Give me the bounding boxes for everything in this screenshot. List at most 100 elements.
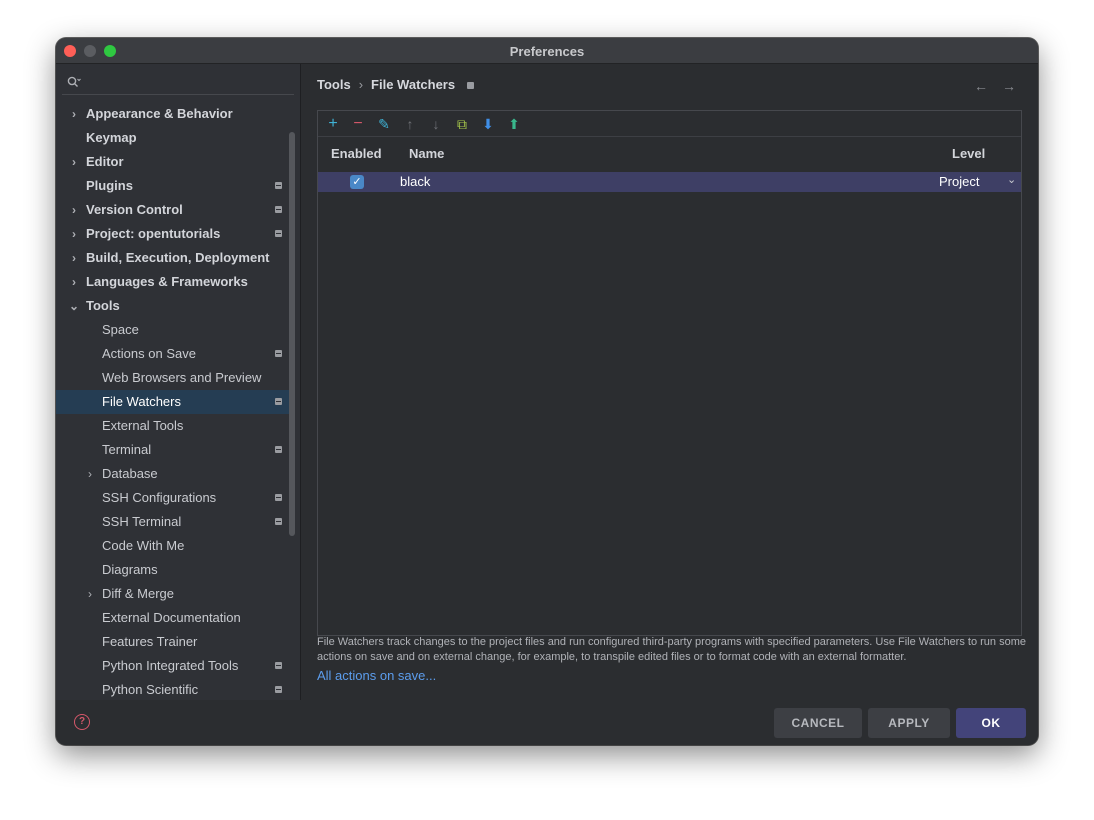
back-arrow-icon[interactable]: ← [974, 78, 988, 94]
project-scope-icon [275, 494, 282, 501]
sidebar-item[interactable]: File Watchers [56, 390, 292, 414]
sidebar-item-label: Version Control [86, 202, 183, 217]
project-scope-icon [275, 398, 282, 405]
column-level[interactable]: Level [952, 146, 985, 161]
chevron-right-icon[interactable]: › [68, 150, 80, 174]
help-icon[interactable]: ? [74, 714, 90, 730]
sidebar-item-label: Python Integrated Tools [102, 658, 239, 673]
sidebar-item[interactable]: › Editor [56, 150, 292, 174]
export-icon[interactable]: ⬆ [505, 115, 523, 133]
sidebar-item[interactable]: Features Trainer [56, 630, 292, 654]
sidebar-item-label: Features Trainer [102, 634, 198, 649]
sidebar-item[interactable]: Code With Me [56, 534, 292, 558]
sidebar-item[interactable]: › Version Control [56, 198, 292, 222]
ok-button[interactable]: OK [956, 708, 1026, 738]
edit-icon[interactable]: ✎ [375, 115, 393, 133]
sidebar-item[interactable]: External Tools [56, 414, 292, 438]
breadcrumb-current: File Watchers [371, 77, 456, 92]
sidebar-item[interactable]: Python Scientific [56, 678, 292, 702]
sidebar-item[interactable]: Python Integrated Tools [56, 654, 292, 678]
sidebar-item[interactable]: › Appearance & Behavior [56, 102, 292, 126]
sidebar-item[interactable]: › Database [56, 462, 292, 486]
sidebar-item[interactable]: SSH Terminal [56, 510, 292, 534]
chevron-right-icon[interactable]: › [68, 102, 80, 126]
project-scope-icon [275, 230, 282, 237]
title-bar: Preferences [56, 38, 1038, 64]
sidebar-item-label: Space [102, 322, 139, 337]
sidebar-item[interactable]: › Languages & Frameworks [56, 270, 292, 294]
project-scope-icon [467, 82, 475, 90]
sidebar-item[interactable]: Plugins [56, 174, 292, 198]
sidebar-item[interactable]: Diagrams [56, 558, 292, 582]
sidebar-item[interactable]: SSH Configurations [56, 486, 292, 510]
sidebar-item[interactable]: › Diff & Merge [56, 582, 292, 606]
sidebar-item-label: SSH Terminal [102, 514, 182, 529]
settings-tree: › Appearance & Behavior Keymap › Editor Plugi… [56, 102, 292, 702]
table-header: Enabled Name Level [318, 141, 1021, 167]
breadcrumb-parent[interactable]: Tools [317, 77, 351, 92]
project-scope-icon [275, 662, 282, 669]
add-icon[interactable]: + [324, 115, 342, 133]
sidebar-item[interactable]: Space [56, 318, 292, 342]
file-watchers-description: File Watchers track changes to the proje… [317, 636, 1026, 663]
sidebar-item-label: Terminal [102, 442, 152, 457]
remove-icon[interactable]: − [349, 115, 367, 133]
cancel-button[interactable]: CANCEL [774, 708, 862, 738]
watcher-level[interactable]: Project [939, 174, 979, 189]
chevron-right-icon[interactable]: › [68, 246, 80, 270]
sidebar-item-label: Keymap [86, 130, 137, 145]
sidebar-item[interactable]: External Documentation [56, 606, 292, 630]
chevron-right-icon[interactable]: › [68, 222, 80, 246]
sidebar-item[interactable]: › Project: opentutorials [56, 222, 292, 246]
sidebar-item-label: Web Browsers and Preview [102, 370, 262, 385]
chevron-right-icon[interactable]: › [84, 462, 96, 486]
forward-arrow-icon[interactable]: → [1002, 78, 1016, 94]
sidebar-item-label: Diff & Merge [102, 586, 175, 601]
chevron-right-icon[interactable]: › [68, 198, 80, 222]
move-down-icon[interactable]: ↓ [427, 115, 445, 133]
chevron-right-icon[interactable]: › [68, 270, 80, 294]
breadcrumb-separator: › [358, 77, 364, 92]
sidebar-item-label: SSH Configurations [102, 490, 217, 505]
sidebar-item-label: Actions on Save [102, 346, 196, 361]
sidebar-item-label: Appearance & Behavior [86, 106, 233, 121]
file-watchers-panel: + − ✎ ↑ ↓ ⧉ ⬇ ⬆ Enabled Name Level ✓ bla… [317, 110, 1022, 636]
sidebar-item-label: Project: opentutorials [86, 226, 221, 241]
sidebar-item[interactable]: Web Browsers and Preview [56, 366, 292, 390]
import-icon[interactable]: ⬇ [479, 115, 497, 133]
chevron-down-icon[interactable]: ⌄ [68, 294, 80, 318]
sidebar-item-label: Plugins [86, 178, 133, 193]
sidebar-scrollbar[interactable] [289, 132, 295, 536]
sidebar-item-label: Languages & Frameworks [86, 274, 248, 289]
move-up-icon[interactable]: ↑ [401, 115, 419, 133]
project-scope-icon [275, 206, 282, 213]
sidebar-item[interactable]: Actions on Save [56, 342, 292, 366]
sidebar-item[interactable]: Keymap [56, 126, 292, 150]
project-scope-icon [275, 446, 282, 453]
project-scope-icon [275, 182, 282, 189]
sidebar-item-label: Tools [86, 298, 120, 313]
breadcrumb: Tools › File Watchers [317, 77, 475, 92]
sidebar-item[interactable]: ⌄ Tools [56, 294, 292, 318]
chevron-down-icon[interactable]: ⌄ [1007, 173, 1016, 186]
table-row[interactable]: ✓ black Project ⌄ [318, 172, 1021, 192]
chevron-right-icon[interactable]: › [84, 582, 96, 606]
sidebar-item-label: Build, Execution, Deployment [86, 250, 270, 265]
dialog-footer: ? CANCEL APPLY OK [56, 700, 1038, 745]
enabled-checkbox[interactable]: ✓ [350, 175, 364, 189]
main-content: Tools › File Watchers ← → + − ✎ ↑ ↓ ⧉ ⬇ ⬆ E… [301, 64, 1038, 700]
project-scope-icon [275, 350, 282, 357]
column-enabled[interactable]: Enabled [331, 146, 382, 161]
preferences-window: Preferences › Appearance & Behavior Keymap… [56, 38, 1038, 745]
sidebar-item-label: File Watchers [102, 394, 181, 409]
sidebar-item-label: External Tools [102, 418, 184, 433]
copy-icon[interactable]: ⧉ [453, 115, 471, 133]
all-actions-on-save-link[interactable]: All actions on save... [317, 668, 436, 683]
settings-search-input[interactable] [62, 68, 294, 95]
apply-button[interactable]: APPLY [868, 708, 950, 738]
sidebar-item-label: External Documentation [102, 610, 241, 625]
sidebar-item[interactable]: › Build, Execution, Deployment [56, 246, 292, 270]
project-scope-icon [275, 518, 282, 525]
column-name[interactable]: Name [409, 146, 444, 161]
sidebar-item[interactable]: Terminal [56, 438, 292, 462]
